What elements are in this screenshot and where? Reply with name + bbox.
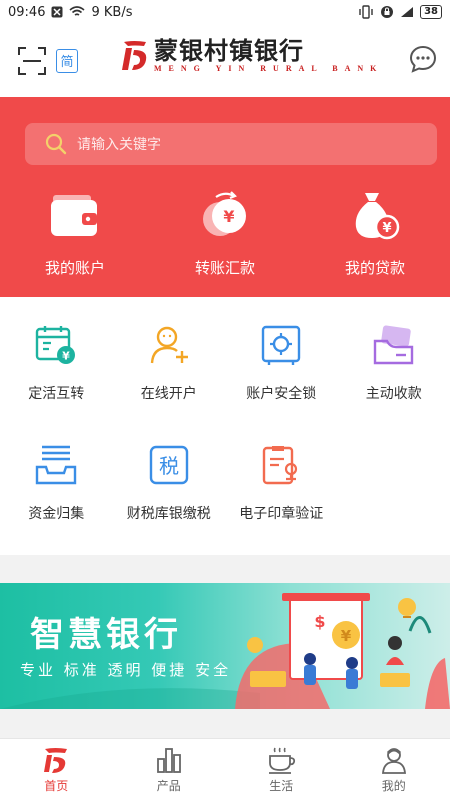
svg-text:$: $ <box>314 612 325 631</box>
status-time: 09:46 <box>8 4 46 20</box>
service-label: 主动收款 <box>365 386 422 402</box>
tab-home[interactable]: 首页 <box>0 739 113 800</box>
calendar-money-icon: ¥ <box>36 326 76 364</box>
app-header: 简 蒙银村镇银行 MENG YIN RURAL BANK <box>0 24 450 97</box>
banner-subtitle: 专业 标准 透明 便捷 安全 <box>20 661 232 679</box>
service-fund-collection[interactable]: 资金归集 <box>0 443 113 523</box>
bank-logo: 蒙银村镇银行 MENG YIN RURAL BANK <box>120 38 383 74</box>
service-label: 在线开户 <box>140 386 197 402</box>
search-input[interactable]: 请输入关键字 <box>25 123 437 165</box>
tab-products-label: 产品 <box>156 779 181 793</box>
tab-life-label: 生活 <box>269 779 294 793</box>
service-fixed-demand-transfer[interactable]: ¥ 定活互转 <box>0 323 113 403</box>
loan-bag-icon: ¥ <box>355 193 400 240</box>
seal-document-icon <box>263 446 298 485</box>
network-speed: 9 KB/s <box>91 4 133 20</box>
service-label: 账户安全锁 <box>246 386 317 402</box>
status-bar: 09:46 9 KB/s 38 <box>0 0 450 24</box>
service-account-security-lock[interactable]: 账户安全锁 <box>225 323 338 403</box>
tab-life[interactable]: 生活 <box>225 739 338 800</box>
my-account-button[interactable]: 我的账户 <box>0 189 150 278</box>
tax-icon: 税 <box>149 445 188 485</box>
transfer-label: 转账汇款 <box>194 259 255 277</box>
wifi-icon <box>69 6 85 16</box>
svg-text:¥: ¥ <box>223 207 234 226</box>
service-grid: ¥ 定活互转 在线开户 账户安全锁 主动收款 资金归集 税 财税库银缴税 电子印… <box>0 297 450 555</box>
message-icon[interactable] <box>408 44 438 74</box>
service-online-account-opening[interactable]: 在线开户 <box>113 323 226 403</box>
bottom-nav: 首页 产品 生活 我的 <box>0 738 450 800</box>
safe-lock-icon <box>262 325 301 365</box>
wallet-icon <box>51 195 97 236</box>
scan-icon[interactable] <box>16 45 48 77</box>
bank-name-cn: 蒙银村镇银行 <box>154 36 304 65</box>
person-icon <box>381 748 406 774</box>
service-label: 电子印章验证 <box>239 506 324 522</box>
coffee-cup-icon <box>269 747 296 774</box>
service-tax-payment[interactable]: 税 财税库银缴税 <box>113 443 226 523</box>
bar-chart-icon <box>156 748 181 773</box>
alarm-lock-icon <box>381 6 394 18</box>
notification-icon <box>51 6 63 18</box>
vibrate-icon <box>359 5 373 19</box>
banner-title: 智慧银行 <box>30 615 182 655</box>
service-label: 财税库银缴税 <box>126 506 211 522</box>
search-icon <box>45 133 67 155</box>
search-placeholder: 请输入关键字 <box>77 137 161 153</box>
hero-panel: 请输入关键字 我的账户 ¥ 转账汇款 ¥ 我的贷款 <box>0 97 450 297</box>
service-active-collection[interactable]: 主动收款 <box>338 323 450 403</box>
home-logo-icon <box>44 748 68 773</box>
language-toggle-button[interactable]: 简 <box>56 48 78 73</box>
tab-home-label: 首页 <box>44 779 69 793</box>
svg-text:¥: ¥ <box>382 221 391 236</box>
battery-indicator: 38 <box>420 5 442 19</box>
card-collect-icon <box>373 325 413 365</box>
bank-logo-icon <box>122 41 147 70</box>
service-label: 资金归集 <box>28 506 85 522</box>
svg-text:税: 税 <box>159 454 179 478</box>
svg-text:¥: ¥ <box>62 350 70 363</box>
my-account-label: 我的账户 <box>44 259 105 277</box>
my-loan-label: 我的贷款 <box>344 259 405 277</box>
user-add-icon <box>150 326 188 364</box>
tab-mine[interactable]: 我的 <box>338 739 450 800</box>
tab-products[interactable]: 产品 <box>113 739 226 800</box>
transfer-button[interactable]: ¥ 转账汇款 <box>150 189 300 278</box>
svg-text:¥: ¥ <box>341 627 352 645</box>
service-label: 定活互转 <box>28 386 85 402</box>
service-e-seal-verification[interactable]: 电子印章验证 <box>225 443 338 523</box>
promo-banner[interactable]: $ ¥ 智慧银行 专业 标准 透明 便捷 安全 <box>0 583 450 709</box>
transfer-icon: ¥ <box>203 191 246 236</box>
tab-mine-label: 我的 <box>381 779 406 793</box>
bank-name-en: MENG YIN RURAL BANK <box>154 64 384 73</box>
signal-icon <box>401 7 414 17</box>
my-loan-button[interactable]: ¥ 我的贷款 <box>300 189 450 278</box>
inbox-tray-icon <box>36 445 77 485</box>
